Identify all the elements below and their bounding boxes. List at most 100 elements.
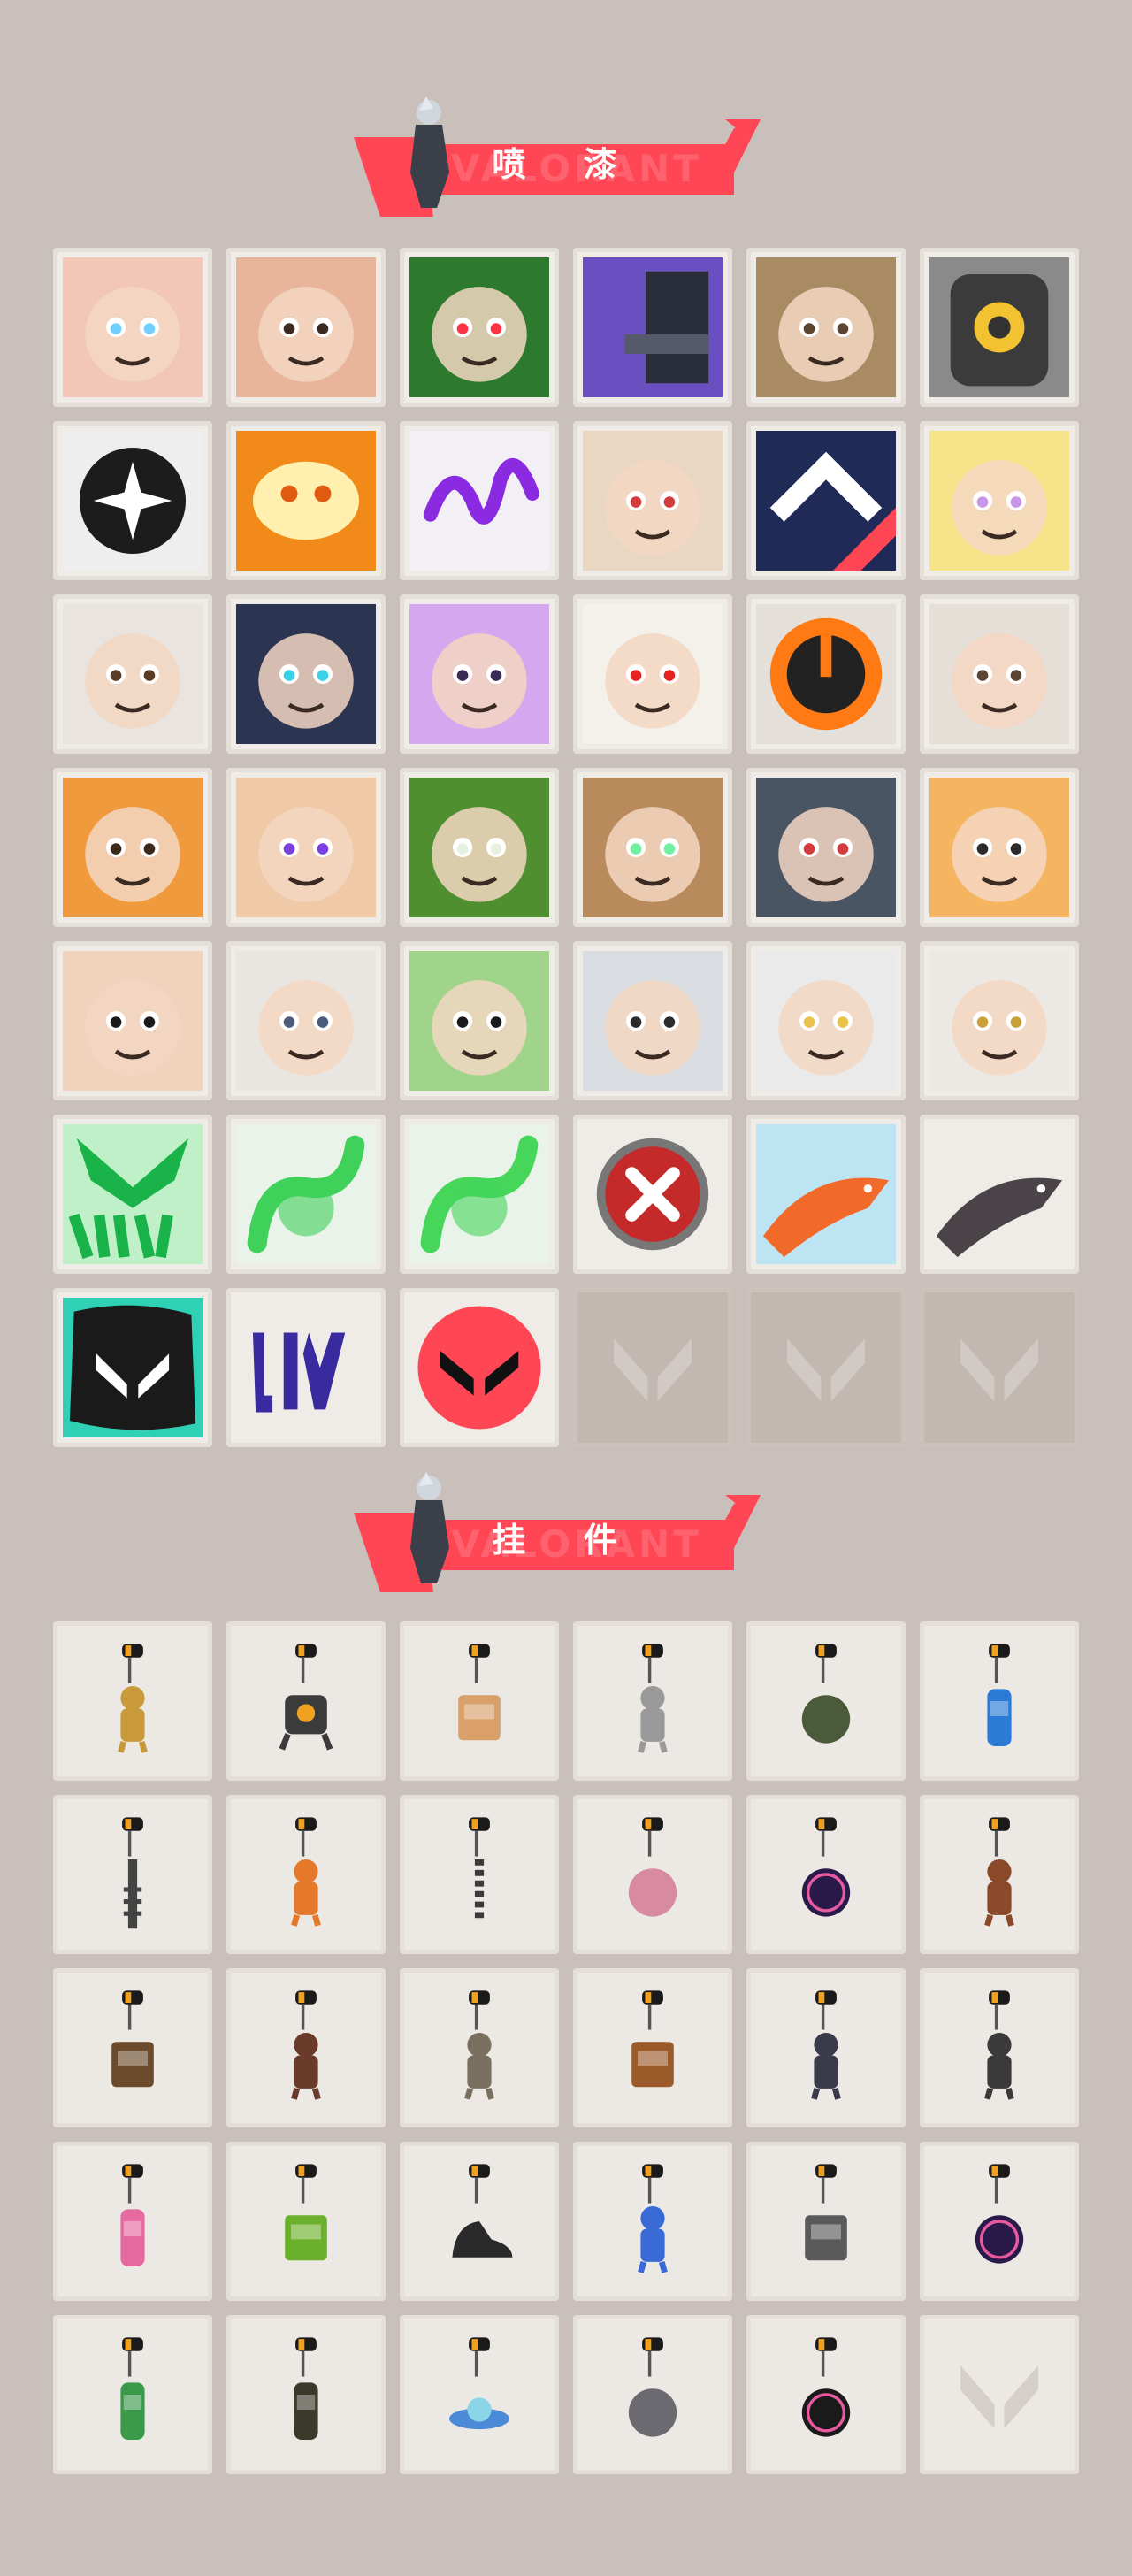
buddy-tile-black-cat[interactable] xyxy=(920,1968,1079,2128)
spray-tile-orange-target[interactable] xyxy=(746,594,906,754)
buddy-tile-rope-charm[interactable] xyxy=(400,1795,559,1954)
buddy-gold-lion-figure-icon xyxy=(57,1626,208,1776)
spray-sleepy-tiger-icon xyxy=(929,778,1069,917)
spray-tile-orange-koi[interactable] xyxy=(746,1115,906,1274)
buddy-tile-green-can[interactable] xyxy=(53,2315,212,2474)
spray-two-faces-icon xyxy=(756,951,896,1091)
buddy-tile-ufo[interactable] xyxy=(400,2315,559,2474)
spray-tile-black-star-emblem[interactable] xyxy=(53,421,212,580)
buddy-tile-dark-figure[interactable] xyxy=(746,1968,906,2128)
buddy-tile-blue-pack[interactable] xyxy=(400,1622,559,1781)
spray-tile-grey-koi[interactable] xyxy=(920,1115,1079,1274)
buddy-tile-astronaut[interactable] xyxy=(573,2142,732,2301)
spray-tile-teal-v-splash[interactable] xyxy=(53,1288,212,1447)
buddy-orange-bird-icon xyxy=(231,1799,381,1950)
buddy-tile-orange-bird[interactable] xyxy=(226,1795,386,1954)
spray-gold-profile-icon xyxy=(929,951,1069,1091)
spray-tile-orange-gold-crest[interactable] xyxy=(226,421,386,580)
spray-tile-beanie-penguin-2[interactable] xyxy=(226,941,386,1100)
buddy-tile-ep9-disc[interactable] xyxy=(746,1795,906,1954)
buddy-cupcake-icon xyxy=(577,1799,728,1950)
buddy-wood-crate-icon xyxy=(577,1973,728,2123)
buddy-tile-black-sneaker[interactable] xyxy=(400,2142,559,2301)
spray-tile-yellow-eye-robot[interactable] xyxy=(920,248,1079,407)
spray-red-v-circle-icon xyxy=(409,1298,549,1438)
spray-black-star-emblem-icon xyxy=(63,431,203,571)
buddy-tile-radio-pack[interactable] xyxy=(746,2142,906,2301)
spray-purple-blob-icon xyxy=(409,604,549,744)
spray-armored-helmet-icon xyxy=(236,604,376,744)
buddy-tile-wood-crate[interactable] xyxy=(573,1968,732,2128)
buddy-tile-teddy-bear[interactable] xyxy=(920,1795,1079,1954)
buddy-tile-blue-canister[interactable] xyxy=(920,1622,1079,1781)
spray-tile-pixel-agent[interactable] xyxy=(53,594,212,754)
spray-tile-two-faces[interactable] xyxy=(746,941,906,1100)
spray-tile-sunglasses-bear[interactable] xyxy=(920,594,1079,754)
spray-tile-purple-gun[interactable] xyxy=(573,248,732,407)
spray-tile-bearded-dwarf[interactable] xyxy=(53,768,212,927)
spray-tile-goggles-cat[interactable] xyxy=(573,421,732,580)
buddy-wood-contraption-icon xyxy=(57,1973,208,2123)
buddy-tile-cat-figure[interactable] xyxy=(573,1622,732,1781)
buddy-tile-v-medal[interactable] xyxy=(746,2315,906,2474)
buddy-tile-wood-contraption[interactable] xyxy=(53,1968,212,2128)
buddy-dark-figure-icon xyxy=(751,1973,901,2123)
spray-tile-sleepy-tiger[interactable] xyxy=(920,768,1079,927)
buddy-tile-lava-lamp[interactable] xyxy=(53,2142,212,2301)
spray-viper-graffiti-icon xyxy=(63,1124,203,1264)
spray-tile-face-butterfly[interactable] xyxy=(53,248,212,407)
spray-green-eyed-creature-icon xyxy=(583,778,723,917)
buddy-tile-gold-lion-figure[interactable] xyxy=(53,1622,212,1781)
spray-tile-green-eyed-creature[interactable] xyxy=(573,768,732,927)
buddy-tile-ep9-disc-2[interactable] xyxy=(920,2142,1079,2301)
spray-pixel-agent-icon xyxy=(63,604,203,744)
spray-tile-clown-face[interactable] xyxy=(573,594,732,754)
empty-spray-slot xyxy=(573,1288,732,1447)
buddy-lava-lamp-icon xyxy=(57,2146,208,2296)
spray-face-butterfly-icon xyxy=(63,257,203,397)
spray-tile-purple-blob[interactable] xyxy=(400,594,559,754)
spray-tile-girl-face[interactable] xyxy=(53,941,212,1100)
spray-tile-purple-eyes-boy[interactable] xyxy=(226,768,386,927)
spray-tile-green-masked-agent[interactable] xyxy=(400,248,559,407)
buddy-rope-charm-icon xyxy=(404,1799,555,1950)
spray-tile-armored-helmet[interactable] xyxy=(226,594,386,754)
spray-grey-koi-icon xyxy=(929,1124,1069,1264)
spray-purple-scribble-icon xyxy=(409,431,549,571)
spray-pixel-raccoon-icon xyxy=(583,951,723,1091)
buddy-tile-green-pager[interactable] xyxy=(226,2142,386,2301)
spray-beanie-penguin-icon xyxy=(756,257,896,397)
spray-tile-navy-chevrons[interactable] xyxy=(746,421,906,580)
spray-bearded-dwarf-icon xyxy=(63,778,203,917)
spray-tile-red-v-circle[interactable] xyxy=(400,1288,559,1447)
buddy-lantern-icon xyxy=(231,2319,381,2470)
buddy-tile-round-pouch[interactable] xyxy=(746,1622,906,1781)
buddy-tile-lantern[interactable] xyxy=(226,2315,386,2474)
spray-tile-top-hat-frog[interactable] xyxy=(400,941,559,1100)
spray-tile-gold-profile[interactable] xyxy=(920,941,1079,1100)
spray-tile-green-orb[interactable] xyxy=(400,1115,559,1274)
buddy-tile-cupcake[interactable] xyxy=(573,1795,732,1954)
spray-tile-viper-graffiti[interactable] xyxy=(53,1115,212,1274)
buddy-cat-figure-icon xyxy=(577,1626,728,1776)
buddy-ep9-disc-icon xyxy=(751,1799,901,1950)
buddy-tile-hat-figure[interactable] xyxy=(400,1968,559,2128)
spray-tile-unicorn-shark[interactable] xyxy=(920,421,1079,580)
spray-tile-purple-drip-tag[interactable] xyxy=(226,1288,386,1447)
spray-tile-green-snake-smoke[interactable] xyxy=(226,1115,386,1274)
spray-tile-red-x-badge[interactable] xyxy=(573,1115,732,1274)
spray-tile-beanie-penguin[interactable] xyxy=(746,248,906,407)
spray-tile-pixel-raccoon[interactable] xyxy=(573,941,732,1100)
spray-tile-crying-seal[interactable] xyxy=(746,768,906,927)
sprays-grid xyxy=(53,248,1079,1447)
spray-tile-purple-scribble[interactable] xyxy=(400,421,559,580)
buddy-tile-grey-cat-head[interactable] xyxy=(573,2315,732,2474)
buddies-header: VALORANT 挂 件 xyxy=(0,1468,1132,1592)
spray-tile-green-crate[interactable] xyxy=(400,768,559,927)
buddy-tile-agent-figure[interactable] xyxy=(226,1968,386,2128)
buddy-tile-drone-bot[interactable] xyxy=(226,1622,386,1781)
spray-unicorn-shark-icon xyxy=(929,431,1069,571)
buddy-round-pouch-icon xyxy=(751,1626,901,1776)
buddy-tile-spiked-club[interactable] xyxy=(53,1795,212,1954)
spray-tile-angry-face[interactable] xyxy=(226,248,386,407)
